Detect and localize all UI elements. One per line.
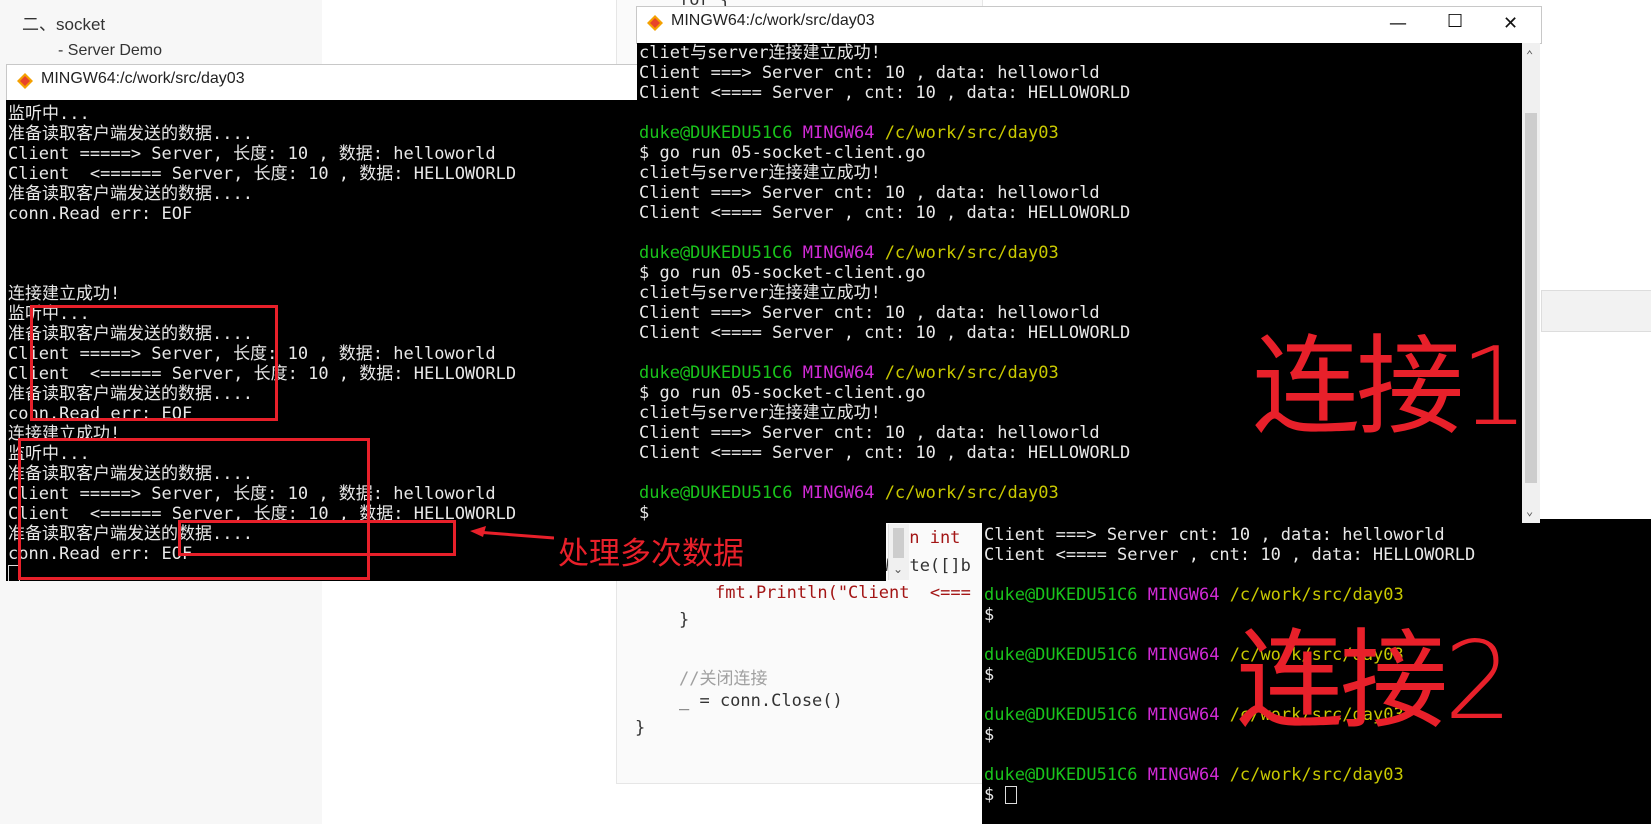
prompt-sys: MINGW64 [1147,765,1220,785]
code-line: } [679,610,690,630]
terminal-line: Client ===> Server cnt: 10 , data: hello… [984,525,1445,545]
annotation-box [178,520,456,556]
chevron-down-icon[interactable]: ⌄ [893,562,903,576]
git-bash-icon [647,15,663,31]
prompt-path: /c/work/src/day03 [884,363,1059,383]
code-line: fmt.Println("Client <=== [715,583,971,603]
maximize-icon[interactable]: ☐ [1447,11,1463,32]
scrollbar-thumb[interactable] [1525,113,1537,483]
prompt-user: duke@DUKEDU51C6 [639,483,793,503]
terminal-line: Client <==== Server , cnt: 10 , data: HE… [639,203,1131,223]
prompt-path: /c/work/src/day03 [1229,765,1404,785]
right-panel-fragment [1541,290,1651,332]
terminal-command: $ go run 05-socket-client.go [639,143,926,163]
prompt-dollar[interactable]: $ [639,503,1540,523]
terminal-line: Client ===> Server cnt: 10 , data: hello… [639,183,1100,203]
prompt-user: duke@DUKEDU51C6 [639,363,793,383]
terminal-cursor-line[interactable]: $ [984,785,1651,805]
prompt-sys: MINGW64 [802,123,875,143]
prompt-user: duke@DUKEDU51C6 [984,765,1138,785]
terminal-line: cliet与server连接建立成功! [639,163,881,183]
cursor-icon [1004,786,1017,804]
scrollbar-thumb[interactable] [893,528,904,558]
terminal-line: cliet与server连接建立成功! [639,43,881,63]
code-line: } [635,718,646,738]
prompt-sys: MINGW64 [802,363,875,383]
toc-item-server-demo[interactable]: - Server Demo [58,42,162,60]
terminal-command: $ go run 05-socket-client.go [639,263,926,283]
prompt-sys: MINGW64 [802,483,875,503]
arrow-left-icon [470,526,554,540]
minimize-icon[interactable]: — [1389,13,1407,34]
prompt-path: /c/work/src/day03 [884,243,1059,263]
prompt-user: duke@DUKEDU51C6 [984,585,1138,605]
annotation-box [18,438,370,580]
code-comment: //关闭连接 [679,669,768,689]
annotation-box [30,305,278,421]
prompt-sys: MINGW64 [1147,645,1220,665]
prompt-dollar: $ [984,785,995,805]
prompt-sys: MINGW64 [802,243,875,263]
close-icon[interactable]: ✕ [1503,13,1518,34]
toc-section-socket[interactable]: 二、socket [22,10,105,35]
code-string: fmt.Println("Client <=== [715,583,971,603]
terminal-line: Client <==== Server , cnt: 10 , data: HE… [639,83,1131,103]
terminal-line: Client ===> Server cnt: 10 , data: hello… [639,63,1100,83]
prompt-path: /c/work/src/day03 [884,483,1059,503]
prompt-sys: MINGW64 [1147,585,1220,605]
annotation-multi-data: 处理多次数据 [558,536,744,572]
annotation-connection-1: 连接1 [1252,325,1529,450]
prompt-user: duke@DUKEDU51C6 [639,243,793,263]
annotation-connection-2: 连接2 [1236,619,1513,744]
git-bash-icon [17,73,33,89]
chevron-down-icon[interactable]: ⌄ [1526,501,1533,521]
prompt-user: duke@DUKEDU51C6 [984,645,1138,665]
prompt-user: duke@DUKEDU51C6 [639,123,793,143]
window-title: MINGW64:/c/work/src/day03 [671,12,875,29]
terminal-titlebar-client-1[interactable]: MINGW64:/c/work/src/day03 — ☐ ✕ [636,6,1542,44]
terminal-titlebar-server[interactable]: MINGW64:/c/work/src/day03 [6,64,648,102]
terminal-line: Client <==== Server , cnt: 10 , data: HE… [984,545,1476,565]
prompt-sys: MINGW64 [1147,705,1220,725]
window-title: MINGW64:/c/work/src/day03 [41,70,245,87]
chevron-up-icon[interactable]: ⌃ [1526,45,1533,65]
terminal-scrollbar[interactable]: ⌄ [888,524,909,580]
prompt-path: /c/work/src/day03 [884,123,1059,143]
code-line: _ = conn.Close() [679,691,843,711]
prompt-user: duke@DUKEDU51C6 [984,705,1138,725]
